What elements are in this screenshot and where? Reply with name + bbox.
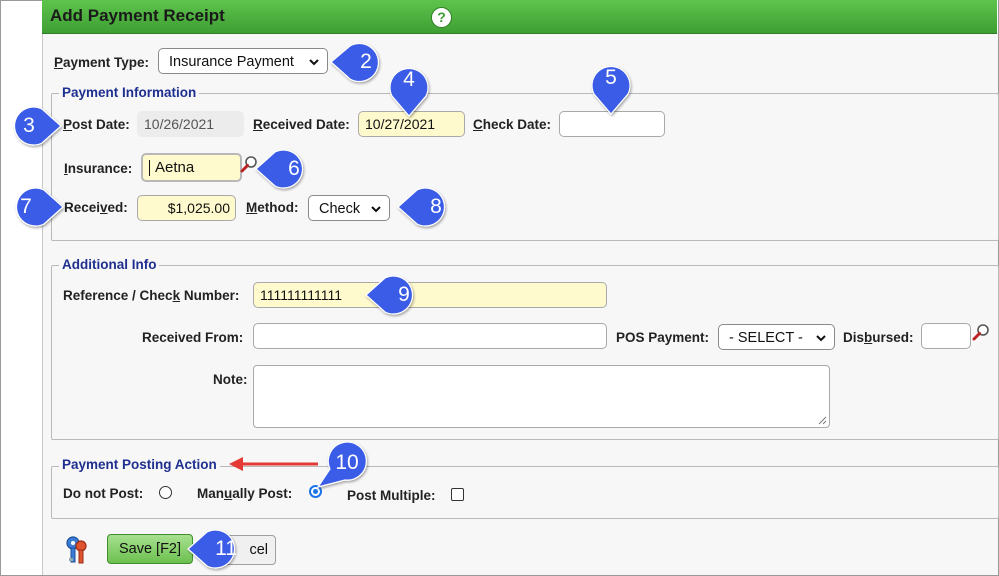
- keys-icon[interactable]: [61, 534, 91, 566]
- payment-information-legend: Payment Information: [59, 85, 200, 100]
- callout-4: 4: [403, 68, 415, 91]
- method-label: Method:: [246, 200, 299, 215]
- reference-check-number-field[interactable]: 111111111111: [253, 282, 607, 308]
- received-amount-label: Received:: [64, 200, 128, 215]
- page-title: Add Payment Receipt: [50, 6, 225, 25]
- callout-11: 11: [215, 537, 237, 560]
- resize-handle-icon[interactable]: [817, 415, 827, 425]
- callout-8: 8: [430, 195, 442, 218]
- method-value: Check: [319, 201, 361, 217]
- do-not-post-radio[interactable]: [159, 486, 172, 499]
- chevron-down-icon: [309, 59, 319, 66]
- reference-check-number-label: Reference / Check Number:: [63, 288, 240, 303]
- received-amount-field[interactable]: $1,025.00: [137, 195, 236, 221]
- payment-type-label: Payment Type:: [54, 55, 150, 70]
- received-from-field[interactable]: [253, 323, 607, 349]
- note-textarea[interactable]: [253, 365, 830, 428]
- callout-7: 7: [20, 195, 32, 218]
- chevron-down-icon: [371, 206, 381, 213]
- help-icon[interactable]: ?: [431, 7, 452, 28]
- post-date-label: Post Date:: [63, 117, 130, 132]
- check-date-field[interactable]: [559, 111, 665, 137]
- pos-payment-select[interactable]: - SELECT -: [718, 324, 835, 350]
- manually-post-radio[interactable]: [309, 485, 322, 498]
- post-date-field: 10/26/2021: [137, 111, 244, 137]
- payment-posting-action-section: [51, 466, 999, 519]
- callout-10: 10: [335, 451, 359, 474]
- disbursed-field[interactable]: [921, 323, 971, 349]
- manually-post-label: Manually Post:: [197, 486, 293, 501]
- callout-2: 2: [360, 50, 372, 73]
- received-from-label: Received From:: [142, 330, 244, 345]
- note-label: Note:: [213, 372, 248, 387]
- callout-5: 5: [605, 66, 617, 89]
- save-button[interactable]: Save [F2]: [107, 534, 193, 564]
- insurance-label: Insurance:: [64, 161, 133, 176]
- disbursed-search-icon[interactable]: [972, 323, 990, 341]
- post-multiple-checkbox[interactable]: [451, 488, 464, 501]
- method-select[interactable]: Check: [308, 195, 390, 221]
- pos-payment-label: POS Payment:: [616, 330, 710, 345]
- payment-type-select[interactable]: Insurance Payment: [158, 48, 328, 74]
- payment-posting-action-legend: Payment Posting Action: [59, 457, 220, 472]
- callout-3: 3: [23, 114, 35, 137]
- insurance-value: Aetna: [155, 159, 195, 176]
- disbursed-label: Disbursed:: [843, 330, 914, 345]
- chevron-down-icon: [816, 335, 826, 342]
- insurance-field[interactable]: Aetna: [141, 153, 242, 182]
- callout-9: 9: [398, 283, 410, 306]
- post-multiple-label: Post Multiple:: [347, 488, 436, 503]
- insurance-search-icon[interactable]: [240, 155, 258, 173]
- do-not-post-label: Do not Post:: [63, 486, 144, 501]
- additional-info-legend: Additional Info: [59, 257, 160, 272]
- received-date-field[interactable]: 10/27/2021: [358, 111, 465, 137]
- pos-payment-value: - SELECT -: [729, 330, 803, 346]
- check-date-label: Check Date:: [473, 117, 552, 132]
- payment-type-value: Insurance Payment: [169, 54, 294, 70]
- received-date-label: Received Date:: [253, 117, 350, 132]
- callout-6: 6: [288, 157, 300, 180]
